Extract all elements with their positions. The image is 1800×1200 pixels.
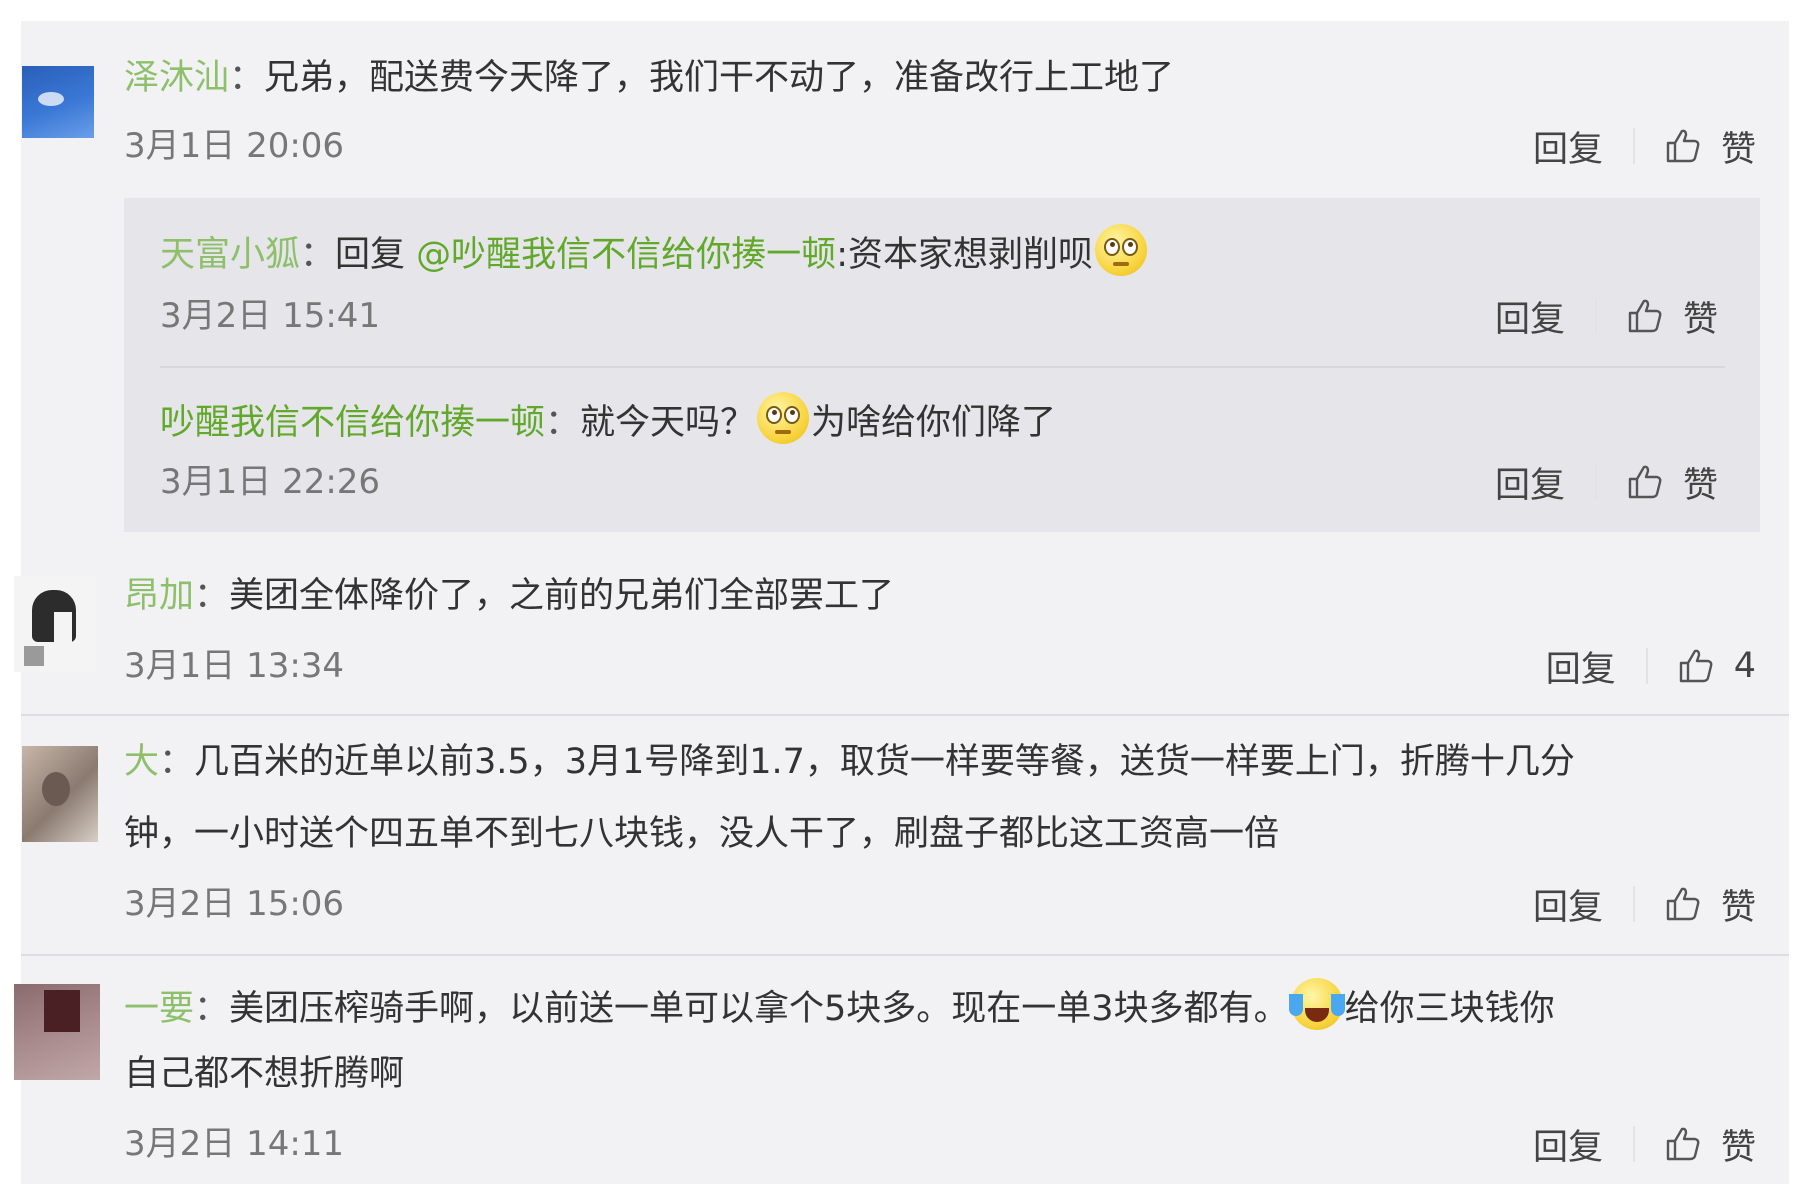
- thumbs-up-icon: [1666, 887, 1700, 921]
- sub-reply-text-after: 为啥给你们降了: [811, 403, 1057, 443]
- comment-4-line-2: 自己都不想折腾啊: [124, 1052, 404, 1096]
- like-label: 赞: [1720, 887, 1756, 928]
- like-button[interactable]: 赞: [1663, 121, 1756, 172]
- avatar[interactable]: [22, 66, 94, 138]
- sub-reply-username[interactable]: 吵醒我信不信给你揍一顿: [160, 403, 545, 443]
- comment-actions: 回复 赞: [1533, 124, 1756, 170]
- like-button[interactable]: 赞: [1663, 1119, 1756, 1170]
- avatar[interactable]: [22, 746, 98, 842]
- comment-text: 美团压榨骑手啊，以前送一单可以拿个5块多。现在一单3块多都有。: [229, 989, 1289, 1029]
- reply-button[interactable]: 回复: [1533, 121, 1603, 172]
- comment-time: 3月1日 20:06: [124, 126, 345, 166]
- separator: ：: [545, 403, 581, 443]
- comment-actions: 回复 赞: [1533, 882, 1756, 928]
- comment-username[interactable]: 昂加: [124, 576, 194, 616]
- like-button[interactable]: 赞: [1663, 879, 1756, 930]
- sub-reply-text: :资本家想剥削呗: [836, 235, 1093, 275]
- reply-button[interactable]: 回复: [1495, 457, 1565, 508]
- comment-4-line: 一要：美团压榨骑手啊，以前送一单可以拿个5块多。现在一单3块多都有。 给你三块钱你: [124, 978, 1555, 1031]
- like-label: 赞: [1682, 465, 1718, 506]
- comment-time: 3月2日 15:06: [124, 884, 345, 924]
- thumbs-up-icon: [1628, 465, 1662, 499]
- action-divider: [1594, 298, 1597, 334]
- sub-reply-username[interactable]: 天富小狐: [160, 235, 300, 275]
- sub-reply-2-line: 吵醒我信不信给你揍一顿：就今天吗？ 为啥给你们降了: [160, 392, 1056, 445]
- separator: ：: [300, 235, 336, 275]
- comment-actions: 回复 4: [1546, 644, 1756, 690]
- separator: ：: [159, 742, 195, 782]
- comment-divider: [21, 954, 1789, 956]
- comment-username[interactable]: 大: [124, 742, 159, 782]
- like-label: 赞: [1720, 129, 1756, 170]
- reply-button[interactable]: 回复: [1495, 291, 1565, 342]
- comment-actions: 回复 赞: [1533, 1122, 1756, 1168]
- action-divider: [1632, 886, 1635, 922]
- sub-reply-time: 3月1日 22:26: [160, 462, 381, 502]
- comment-text-after: 给你三块钱你: [1344, 989, 1555, 1029]
- action-divider: [1645, 648, 1648, 684]
- like-button[interactable]: 赞: [1625, 457, 1718, 508]
- comment-2-line: 昂加：美团全体降价了，之前的兄弟们全部罢工了: [124, 574, 894, 618]
- dizzy-face-emoji: [757, 392, 810, 444]
- mention-link[interactable]: @吵醒我信不信给你揍一顿: [416, 235, 836, 275]
- reply-button[interactable]: 回复: [1546, 641, 1616, 692]
- thumbs-up-icon: [1628, 299, 1662, 333]
- dizzy-face-emoji: [1094, 224, 1147, 276]
- comment-text-continued: 钟，一小时送个四五单不到七八块钱，没人干了，刷盘子都比这工资高一倍: [124, 814, 1280, 854]
- comment-text: 兄弟，配送费今天降了，我们干不动了，准备改行上工地了: [264, 58, 1175, 98]
- reply-prefix: 回复: [335, 235, 417, 275]
- reply-button[interactable]: 回复: [1533, 1119, 1603, 1170]
- comment-username[interactable]: 泽沐汕: [124, 58, 229, 98]
- sub-reply-actions: 回复 赞: [1495, 294, 1718, 340]
- comment-3-line: 大：几百米的近单以前3.5，3月1号降到1.7，取货一样要等餐，送货一样要上门，…: [124, 740, 1575, 784]
- thumbs-up-icon: [1666, 129, 1700, 163]
- reply-button[interactable]: 回复: [1533, 879, 1603, 930]
- like-label: 赞: [1720, 1127, 1756, 1168]
- separator: ：: [194, 989, 230, 1029]
- separator: ：: [229, 58, 265, 98]
- comment-divider: [21, 714, 1789, 716]
- comment-text: 美团全体降价了，之前的兄弟们全部罢工了: [229, 576, 895, 616]
- comment-time: 3月1日 13:34: [124, 646, 345, 686]
- comment-1-line: 泽沐汕：兄弟，配送费今天降了，我们干不动了，准备改行上工地了: [124, 56, 1174, 100]
- action-divider: [1594, 464, 1597, 500]
- comment-text-continued: 自己都不想折腾啊: [124, 1054, 405, 1094]
- avatar[interactable]: [14, 576, 96, 672]
- action-divider: [1632, 1126, 1635, 1162]
- like-count: 4: [1733, 646, 1756, 686]
- action-divider: [1632, 128, 1635, 164]
- like-label: 赞: [1682, 299, 1718, 340]
- sub-reply-time: 3月2日 15:41: [160, 296, 381, 336]
- comment-time: 3月2日 14:11: [124, 1124, 345, 1164]
- sub-reply-divider: [160, 366, 1725, 368]
- thumbs-up-icon: [1679, 649, 1713, 683]
- comment-3-line-2: 钟，一小时送个四五单不到七八块钱，没人干了，刷盘子都比这工资高一倍: [124, 812, 1279, 856]
- like-button[interactable]: 赞: [1625, 291, 1718, 342]
- thumbs-up-icon: [1666, 1127, 1700, 1161]
- comment-text: 几百米的近单以前3.5，3月1号降到1.7，取货一样要等餐，送货一样要上门，折腾…: [194, 742, 1575, 782]
- sub-reply-1-line: 天富小狐：回复 @吵醒我信不信给你揍一顿:资本家想剥削呗: [160, 224, 1149, 277]
- like-button[interactable]: 4: [1676, 646, 1756, 686]
- sub-reply-actions: 回复 赞: [1495, 460, 1718, 506]
- sub-reply-text: 就今天吗？: [580, 403, 756, 443]
- avatar[interactable]: [14, 984, 100, 1080]
- laughing-tears-emoji: [1288, 978, 1345, 1030]
- comment-username[interactable]: 一要: [124, 989, 194, 1029]
- separator: ：: [194, 576, 230, 616]
